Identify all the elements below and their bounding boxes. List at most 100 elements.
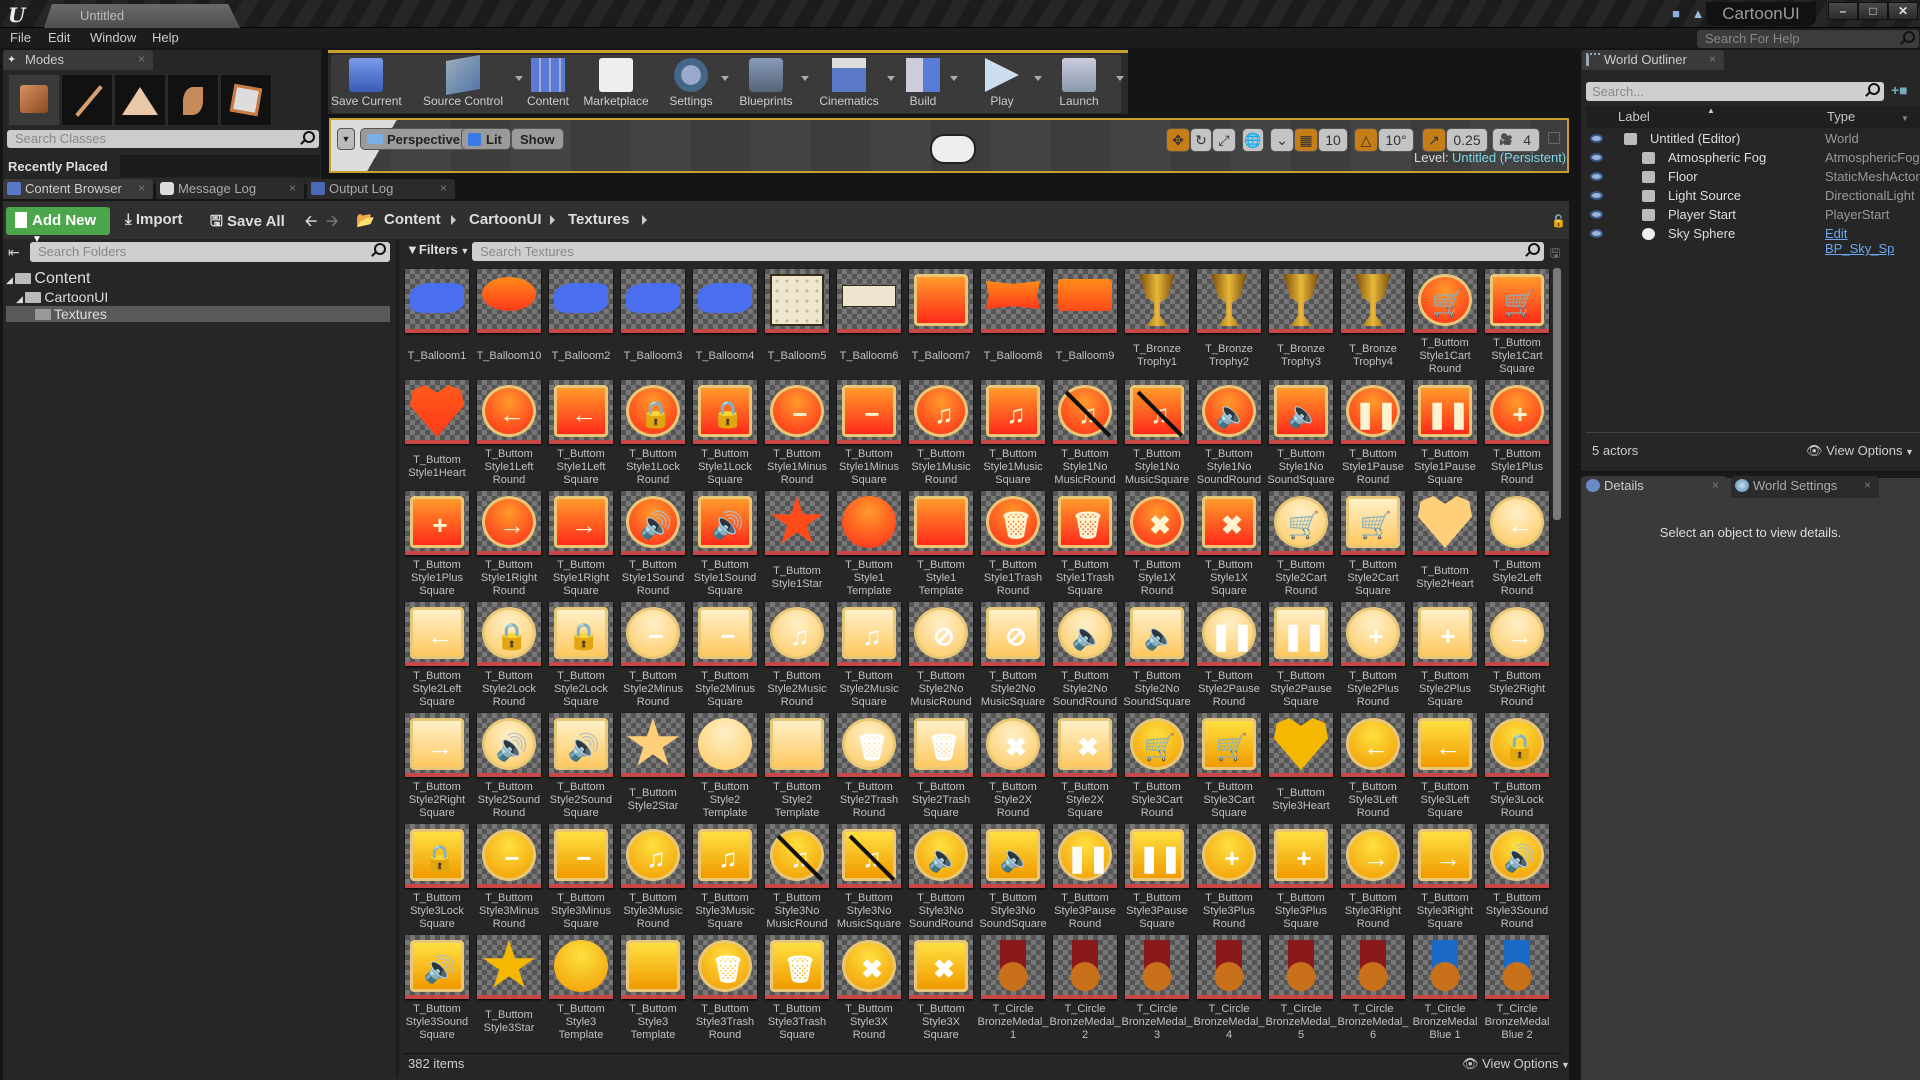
build-button[interactable]: Build (898, 56, 958, 112)
asset-tile[interactable]: ✖ T_Buttom Style2X Round (981, 713, 1045, 821)
outliner-row[interactable]: Sky Sphere Edit BP_Sky_Sp (1586, 225, 1920, 256)
scale-snap-value[interactable]: 0.25 (1446, 128, 1488, 152)
asset-tile[interactable]: T_Buttom Style2Heart (1413, 491, 1477, 599)
asset-tile[interactable]: ✖ T_Buttom Style1X Square (1197, 491, 1261, 599)
asset-tile[interactable]: 🔊 T_Buttom Style3Sound Round (1485, 824, 1549, 932)
asset-tile[interactable]: T_Circle BronzeMedal_ 4 (1194, 935, 1264, 1043)
search-textures-input[interactable]: Search Textures (472, 242, 1544, 261)
outliner-row[interactable]: Light Source DirectionalLight (1586, 187, 1920, 205)
rotate-tool-button[interactable]: ↻ (1190, 128, 1212, 152)
asset-tile[interactable]: ← T_Buttom Style2Left Round (1485, 491, 1549, 599)
asset-tile[interactable]: T_Buttom Style3 Template (549, 935, 613, 1043)
rotation-snap-toggle[interactable]: △ (1354, 128, 1378, 152)
asset-tile[interactable]: ← T_Buttom Style1Left Round (477, 380, 541, 488)
tree-item-textures[interactable]: Textures (35, 306, 107, 322)
asset-tile[interactable]: ♫ T_Buttom Style1No MusicRound (1053, 380, 1117, 488)
asset-tile[interactable]: ✖ T_Buttom Style3X Square (909, 935, 973, 1043)
document-tab[interactable]: Untitled (44, 4, 240, 28)
outliner-row[interactable]: Atmospheric Fog AtmosphericFog (1586, 149, 1920, 167)
asset-tile[interactable]: 🔈 T_Buttom Style2No SoundRound (1053, 602, 1117, 710)
asset-tile[interactable]: T_Circle BronzeMedal Blue 2 (1485, 935, 1549, 1043)
marketplace-button[interactable]: Marketplace (576, 56, 656, 112)
asset-tile[interactable]: 🔒 T_Buttom Style1Lock Round (621, 380, 685, 488)
asset-tile[interactable]: 🛒 T_Buttom Style3Cart Square (1197, 713, 1261, 821)
asset-tile[interactable]: T_Buttom Style3Star (477, 935, 541, 1043)
asset-tile[interactable]: − T_Buttom Style1Minus Round (765, 380, 829, 488)
asset-tile[interactable]: 🛒 T_Buttom Style2Cart Square (1341, 491, 1405, 599)
place-mode-button[interactable] (8, 74, 60, 126)
asset-tile[interactable]: T_Buttom Style2 Template (693, 713, 757, 821)
outliner-row[interactable]: Untitled (Editor) World (1586, 130, 1920, 148)
asset-tile[interactable]: T_Buttom Style3Heart (1269, 713, 1333, 821)
asset-tile[interactable]: ♫ T_Buttom Style3Music Square (693, 824, 757, 932)
unreal-logo-icon[interactable]: U (8, 3, 25, 27)
chevron-down-icon[interactable]: ▼ (1901, 114, 1909, 123)
breadcrumb-separator-icon[interactable] (451, 215, 456, 225)
menu-edit[interactable]: Edit (48, 30, 70, 45)
asset-tile[interactable]: 🔊 T_Buttom Style1Sound Square (693, 491, 757, 599)
chevron-down-icon[interactable] (721, 76, 729, 81)
close-icon[interactable]: × (1864, 478, 1871, 492)
close-icon[interactable]: × (289, 181, 296, 195)
asset-tile[interactable]: 🗑 T_Buttom Style3Trash Round (693, 935, 757, 1043)
settings-button[interactable]: Settings (663, 56, 729, 112)
asset-tile[interactable]: − T_Buttom Style3Minus Square (549, 824, 613, 932)
asset-tile[interactable]: + T_Buttom Style3Plus Round (1197, 824, 1261, 932)
perspective-button[interactable]: Perspective (360, 128, 469, 150)
outliner-search-input[interactable]: Search... (1586, 82, 1884, 101)
asset-tile[interactable]: ✖ T_Buttom Style1X Round (1125, 491, 1189, 599)
asset-tile[interactable]: ❚❚ T_Buttom Style3Pause Round (1053, 824, 1117, 932)
asset-tile[interactable]: T_Circle BronzeMedal_ 5 (1266, 935, 1336, 1043)
asset-tile[interactable]: → T_Buttom Style1Right Square (549, 491, 613, 599)
back-button[interactable]: 🡠 (305, 211, 317, 236)
search-folders-input[interactable]: Search Folders (30, 242, 390, 262)
blueprints-button[interactable]: Blueprints (733, 56, 809, 112)
asset-tile[interactable]: T_Balloom3 (621, 269, 685, 377)
recently-placed-category[interactable]: Recently Placed (8, 159, 108, 174)
tab-message-log[interactable]: Message Log × (156, 179, 304, 199)
landscape-mode-button[interactable] (114, 74, 166, 126)
chevron-down-icon[interactable] (950, 76, 958, 81)
asset-tile[interactable]: 🛒 T_Buttom Style3Cart Round (1125, 713, 1189, 821)
content-button[interactable]: Content (520, 56, 576, 112)
cinematics-button[interactable]: Cinematics (813, 56, 895, 112)
asset-tile[interactable]: 🔒 T_Buttom Style3Lock Square (405, 824, 469, 932)
breadcrumb-cartoonui[interactable]: CartoonUI (469, 211, 542, 228)
maximize-button[interactable]: □ (1858, 2, 1888, 20)
asset-tile[interactable]: T_Bronze Trophy2 (1197, 269, 1261, 377)
asset-tile[interactable]: T_Bronze Trophy1 (1125, 269, 1189, 377)
close-icon[interactable]: × (138, 181, 145, 195)
visibility-eye-icon[interactable] (1590, 229, 1603, 238)
asset-tile[interactable]: 🔒 T_Buttom Style1Lock Square (693, 380, 757, 488)
tree-item-cartoonui[interactable]: ◢ CartoonUI (16, 289, 108, 305)
asset-tile[interactable]: T_Circle BronzeMedal Blue 1 (1413, 935, 1477, 1043)
asset-tile[interactable]: ⊘ T_Buttom Style2No MusicRound (909, 602, 973, 710)
tab-modes[interactable]: ✦ Modes × (3, 50, 153, 70)
asset-tile[interactable]: T_Bronze Trophy4 (1341, 269, 1405, 377)
outliner-view-options-button[interactable]: 👁 View Options ▼ (1806, 443, 1914, 459)
lit-button[interactable]: Lit (461, 128, 511, 150)
chevron-down-icon[interactable] (1116, 76, 1124, 81)
asset-tile[interactable]: T_Circle BronzeMedal_ 3 (1122, 935, 1192, 1043)
show-button[interactable]: Show (511, 128, 564, 150)
asset-tile[interactable]: T_Balloom7 (909, 269, 973, 377)
asset-tile[interactable]: 🗑 T_Buttom Style2Trash Round (837, 713, 901, 821)
asset-tile[interactable]: 🛒 T_Buttom Style1Cart Square (1485, 269, 1549, 377)
asset-tile[interactable]: ♫ T_Buttom Style2Music Round (765, 602, 829, 710)
visibility-eye-icon[interactable] (1590, 172, 1603, 181)
camera-speed-button[interactable]: 🎥 4 (1492, 128, 1540, 152)
asset-tile[interactable]: 🔈 T_Buttom Style3No SoundRound (909, 824, 973, 932)
tab-world-outliner[interactable]: World Outliner × (1582, 50, 1724, 70)
asset-tile[interactable]: T_Circle BronzeMedal_ 2 (1050, 935, 1120, 1043)
asset-tile[interactable]: 🔒 T_Buttom Style2Lock Square (549, 602, 613, 710)
asset-tile[interactable]: T_Balloom5 (765, 269, 829, 377)
asset-tile[interactable]: T_Balloom10 (477, 269, 541, 377)
asset-tile[interactable]: 🔊 T_Buttom Style3Sound Square (405, 935, 469, 1043)
asset-tile[interactable]: 🗑 T_Buttom Style1Trash Square (1053, 491, 1117, 599)
outliner-row[interactable]: Floor StaticMeshActor (1586, 168, 1920, 186)
asset-tile[interactable]: ♫ T_Buttom Style1Music Square (981, 380, 1045, 488)
scale-tool-button[interactable]: ⤢ (1212, 128, 1236, 152)
import-button[interactable]: ⤓ Import (125, 211, 182, 228)
asset-tile[interactable]: T_Buttom Style1 Template (909, 491, 973, 599)
asset-tile[interactable]: 🗑 T_Buttom Style2Trash Square (909, 713, 973, 821)
